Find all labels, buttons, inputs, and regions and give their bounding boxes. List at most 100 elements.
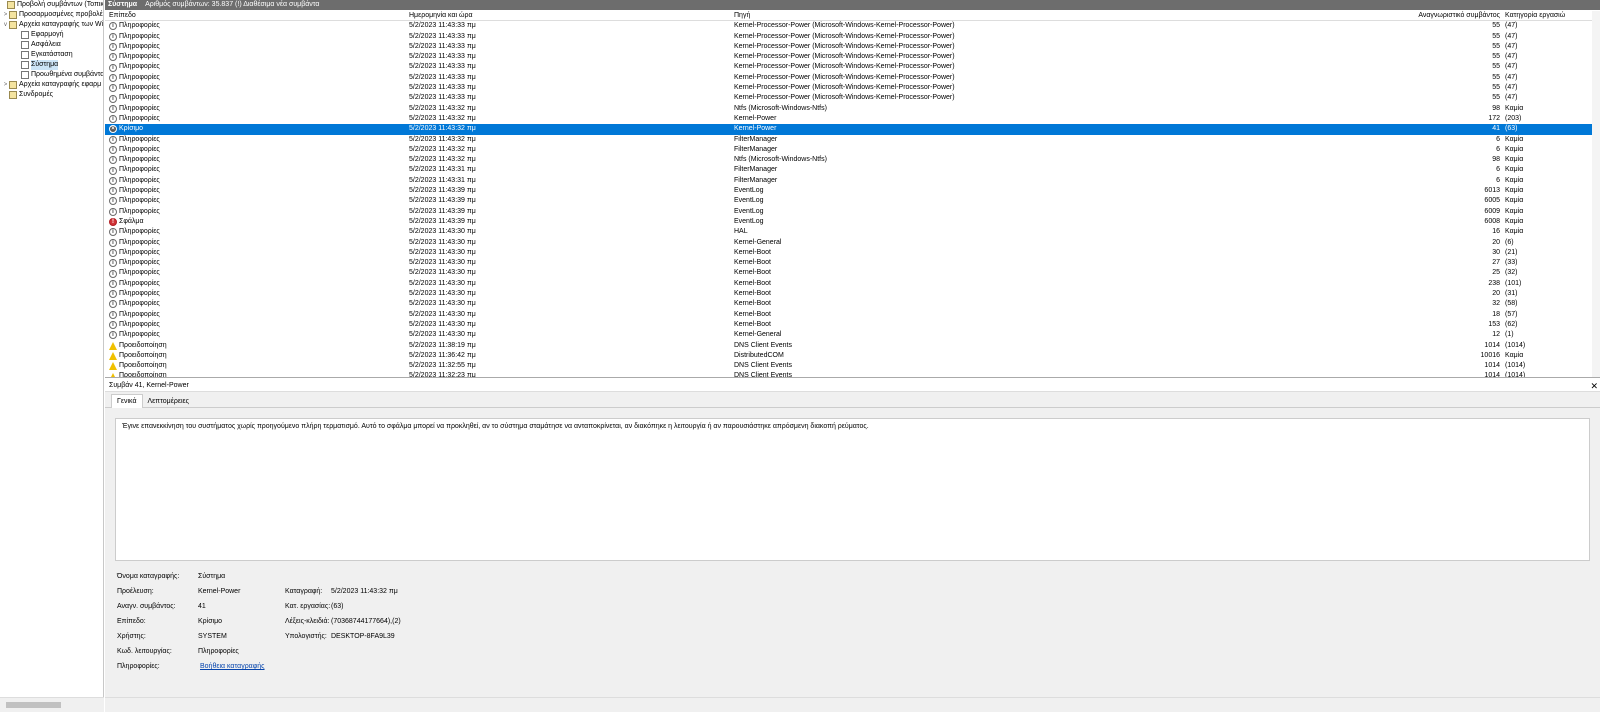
tree-node-app-logs[interactable]: > Αρχεία καταγραφής εφαρμ [2, 80, 101, 90]
event-row[interactable]: i Πληροφορίες 5/2/2023 11:43:32 πμ Ntfs (Mi… [105, 155, 1600, 165]
event-row[interactable]: i Πληροφορίες 5/2/2023 11:43:39 πμ EventLog… [105, 207, 1600, 217]
event-row[interactable]: i Πληροφορίες 5/2/2023 11:43:30 πμ Kernel-B… [105, 258, 1600, 268]
info-icon: i [109, 238, 117, 247]
event-id-value[interactable]: 41 [198, 603, 206, 610]
event-row[interactable]: i Πληροφορίες 5/2/2023 11:43:32 πμ Kernel-P… [105, 114, 1600, 124]
level-cell: Προειδοποίηση [109, 361, 399, 371]
tree-node-setup[interactable]: Εγκατάσταση [14, 50, 73, 60]
event-row[interactable]: i Πληροφορίες 5/2/2023 11:43:30 πμ HAL 16 Καμ… [105, 227, 1600, 237]
log-name-label: Όνομα καταγραφής: [117, 573, 180, 580]
event-row[interactable]: i Πληροφορίες 5/2/2023 11:43:30 πμ Kernel-B… [105, 268, 1600, 278]
event-row[interactable]: i Πληροφορίες 5/2/2023 11:43:30 πμ Kernel-B… [105, 320, 1600, 330]
event-row[interactable]: i Πληροφορίες 5/2/2023 11:43:30 πμ Kernel-B… [105, 248, 1600, 258]
date-cell: 5/2/2023 11:43:30 πμ [409, 279, 476, 287]
event-row[interactable]: i Πληροφορίες 5/2/2023 11:43:33 πμ Kernel-P… [105, 52, 1600, 62]
event-id-cell: 27 [1492, 259, 1500, 267]
column-task[interactable]: Κατηγορία εργασιών [1505, 11, 1565, 21]
event-row[interactable]: i Πληροφορίες 5/2/2023 11:43:30 πμ Kernel-B… [105, 279, 1600, 289]
user-label: Χρήστης: [117, 633, 146, 640]
close-icon[interactable]: ✕ [1590, 380, 1598, 392]
event-row[interactable]: i Πληροφορίες 5/2/2023 11:43:30 πμ Kernel-B… [105, 289, 1600, 299]
log-name-value[interactable]: Σύστημα [198, 573, 225, 580]
date-cell: 5/2/2023 11:43:30 πμ [409, 310, 476, 318]
computer-value[interactable]: DESKTOP-8FA9L39 [331, 633, 395, 640]
level-text: Πληροφορίες [119, 42, 160, 50]
column-level[interactable]: Επίπεδο [109, 11, 399, 21]
tree-arrow[interactable]: > [2, 80, 9, 90]
tree-horizontal-scrollbar[interactable] [0, 697, 104, 712]
opcode-value[interactable]: Πληροφορίες [198, 648, 239, 655]
source-value[interactable]: Kernel-Power [198, 588, 240, 595]
info-icon: i [109, 115, 117, 124]
log-icon [21, 41, 29, 49]
event-row[interactable]: i Πληροφορίες 5/2/2023 11:43:33 πμ Kernel-P… [105, 93, 1600, 103]
event-row[interactable]: i Πληροφορίες 5/2/2023 11:43:33 πμ Kernel-P… [105, 42, 1600, 52]
tree-arrow[interactable]: > [2, 10, 9, 20]
logged-value[interactable]: 5/2/2023 11:43:32 πμ [331, 588, 398, 595]
event-id-cell: 98 [1492, 156, 1500, 164]
warning-icon [109, 351, 117, 360]
tree-node-windows-logs[interactable]: v Αρχεία καταγραφής των Wi [2, 20, 103, 30]
event-row[interactable]: i Πληροφορίες 5/2/2023 11:43:33 πμ Kernel-P… [105, 62, 1600, 72]
event-id-cell: 6009 [1484, 207, 1500, 215]
details-title: Συμβάν 41, Kernel-Power [109, 382, 189, 389]
tree-node-subscriptions[interactable]: Συνδρομές [2, 90, 53, 100]
event-row[interactable]: i Πληροφορίες 5/2/2023 11:43:32 πμ FilterMa… [105, 145, 1600, 155]
level-value[interactable]: Κρίσιμο [198, 618, 222, 625]
tree-arrow[interactable]: v [2, 20, 9, 30]
event-id-cell: 20 [1492, 238, 1500, 246]
event-row[interactable]: Προειδοποίηση 5/2/2023 11:38:19 πμ DNS Cli… [105, 341, 1600, 351]
event-row[interactable]: Προειδοποίηση 5/2/2023 11:36:42 πμ Distrib… [105, 351, 1600, 361]
level-text: Πληροφορίες [119, 248, 160, 256]
user-value[interactable]: SYSTEM [198, 633, 227, 640]
task-cell: (1014) [1505, 362, 1526, 370]
event-row[interactable]: i Πληροφορίες 5/2/2023 11:43:32 πμ Ntfs (Mi… [105, 104, 1600, 114]
info-icon: i [109, 84, 117, 93]
event-row[interactable]: × Κρίσιμο 5/2/2023 11:43:32 πμ Kernel-Power… [105, 124, 1600, 135]
event-row[interactable]: ! Σφάλμα 5/2/2023 11:43:39 πμ EventLog 6008 Κ… [105, 217, 1600, 227]
event-row[interactable]: i Πληροφορίες 5/2/2023 11:43:39 πμ EventLog… [105, 196, 1600, 206]
tree-node-system[interactable]: Σύστημα [14, 60, 59, 70]
tree-node-forwarded-events[interactable]: Προωθημένα συμβάντα [14, 70, 103, 80]
column-date[interactable]: Ημερομηνία και ώρα [409, 11, 724, 21]
event-id-cell: 6 [1496, 135, 1500, 143]
event-id-cell: 55 [1492, 32, 1500, 40]
event-row[interactable]: i Πληροφορίες 5/2/2023 11:43:33 πμ Kernel-P… [105, 73, 1600, 83]
task-value[interactable]: (63) [331, 603, 343, 610]
event-row[interactable]: i Πληροφορίες 5/2/2023 11:43:33 πμ Kernel-P… [105, 32, 1600, 42]
column-event-id[interactable]: Αναγνωριστικό συμβάντος [1005, 11, 1500, 21]
event-row[interactable]: i Πληροφορίες 5/2/2023 11:43:33 πμ Kernel-P… [105, 83, 1600, 93]
event-row[interactable]: i Πληροφορίες 5/2/2023 11:43:30 πμ Kernel-B… [105, 310, 1600, 320]
info-icon: i [109, 197, 117, 206]
details-horizontal-scrollbar[interactable] [105, 697, 1600, 712]
tree-node-custom-views[interactable]: > Προσαρμοσμένες προβολές [2, 10, 104, 20]
tree-label: Προσαρμοσμένες προβολές [19, 11, 104, 18]
tree-node-root[interactable]: Προβολή συμβάντων (Τοπικό) [0, 0, 103, 10]
info-icon: i [109, 176, 117, 185]
keywords-value[interactable]: (70368744177664),(2) [331, 618, 401, 625]
event-count[interactable]: Αριθμός συμβάντων: 35.837 (!) Διαθέσιμα … [145, 1, 319, 8]
event-row[interactable]: Προειδοποίηση 5/2/2023 11:32:23 πμ DNS Cli… [105, 371, 1600, 378]
tree-node-application[interactable]: Εφαρμογή [14, 30, 64, 40]
event-row[interactable]: i Πληροφορίες 5/2/2023 11:43:31 πμ FilterMa… [105, 165, 1600, 175]
event-row[interactable]: i Πληροφορίες 5/2/2023 11:43:30 πμ Kernel-B… [105, 299, 1600, 309]
tab-general[interactable]: Γενικά [111, 394, 143, 408]
event-row[interactable]: i Πληροφορίες 5/2/2023 11:43:30 πμ Kernel-G… [105, 330, 1600, 340]
task-cell: (1014) [1505, 372, 1526, 378]
event-row[interactable]: i Πληροφορίες 5/2/2023 11:43:39 πμ EventLog… [105, 186, 1600, 196]
event-description[interactable]: Έγινε επανεκκίνηση του συστήματος χωρίς … [115, 418, 1590, 561]
level-text: Πληροφορίες [119, 331, 160, 339]
event-log-help-link[interactable]: Βοήθεια καταγραφής [200, 663, 265, 670]
scrollbar-thumb[interactable] [6, 702, 61, 708]
event-row[interactable]: i Πληροφορίες 5/2/2023 11:43:31 πμ FilterMa… [105, 176, 1600, 186]
event-row[interactable]: i Πληροφορίες 5/2/2023 11:43:30 πμ Kernel-G… [105, 238, 1600, 248]
event-row[interactable]: i Πληροφορίες 5/2/2023 11:43:32 πμ FilterMa… [105, 135, 1600, 145]
level-text: Πληροφορίες [119, 145, 160, 153]
event-row[interactable]: i Πληροφορίες 5/2/2023 11:43:33 πμ Kernel-P… [105, 21, 1600, 31]
date-cell: 5/2/2023 11:43:33 πμ [409, 32, 476, 40]
level-text: Πληροφορίες [119, 310, 160, 318]
tree-node-security[interactable]: Ασφάλεια [14, 40, 61, 50]
event-row[interactable]: Προειδοποίηση 5/2/2023 11:32:55 πμ DNS Cli… [105, 361, 1600, 371]
tab-details[interactable]: Λεπτομέρειες [143, 395, 195, 409]
grid-vertical-scrollbar[interactable] [1592, 11, 1600, 377]
